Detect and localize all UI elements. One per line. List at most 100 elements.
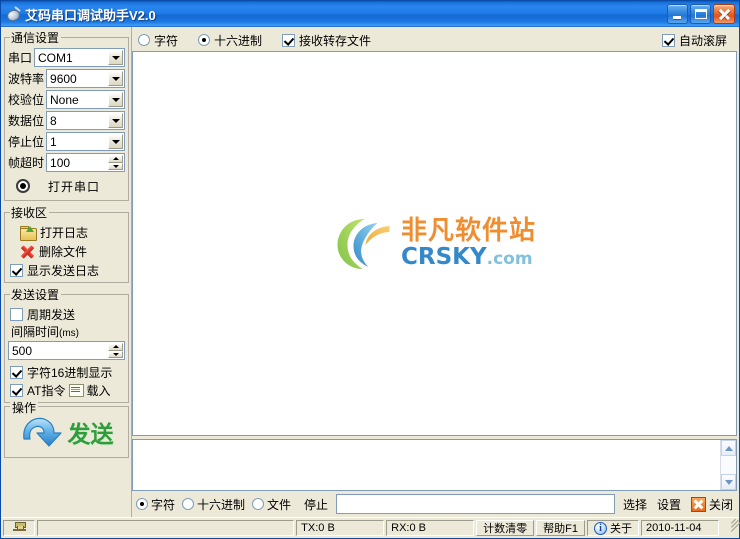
send-settings-group: 发送设置 周期发送 间隔时间(ms) 500 字符16进制显示 AT指令 载入 — [4, 286, 129, 403]
chevron-down-icon[interactable] — [108, 92, 123, 107]
spinner-buttons[interactable] — [108, 343, 123, 358]
baud-rate-combo[interactable]: 9600 — [46, 69, 125, 88]
delete-file-button[interactable]: 删除文件 — [8, 242, 125, 261]
parity-value: None — [50, 92, 79, 107]
checkbox-icon[interactable] — [282, 33, 296, 47]
radio-icon[interactable] — [136, 498, 148, 510]
data-bits-value: 8 — [50, 113, 57, 128]
maximize-button[interactable] — [690, 4, 711, 24]
close-x-icon[interactable] — [690, 496, 706, 512]
spinner-up-icon[interactable] — [108, 343, 123, 351]
load-label[interactable]: 载入 — [86, 382, 110, 399]
reset-count-button[interactable]: 计数清零 — [476, 520, 535, 536]
data-bits-label: 数据位 — [8, 114, 45, 128]
chevron-down-icon[interactable] — [108, 50, 123, 65]
send-char-label: 字符 — [151, 497, 176, 512]
open-port-toggle[interactable]: 打开串口 — [8, 175, 125, 197]
radio-icon[interactable] — [182, 498, 195, 510]
receive-hex-label: 十六进制 — [214, 33, 263, 48]
checkbox-icon[interactable] — [10, 307, 23, 321]
spinner-buttons[interactable] — [108, 155, 123, 170]
spinner-down-icon[interactable] — [108, 162, 123, 170]
checkbox-icon[interactable] — [661, 33, 675, 47]
radio-icon[interactable] — [198, 34, 211, 46]
checkbox-icon[interactable] — [10, 365, 23, 379]
receive-char-radio[interactable]: 字符 — [138, 32, 178, 49]
status-message — [37, 520, 295, 536]
send-file-radio[interactable]: 文件 — [252, 496, 291, 513]
close-send-button[interactable]: 关闭 — [690, 496, 733, 513]
title-bar: 艾码串口调试助手V2.0 — [1, 1, 739, 27]
send-text-content[interactable] — [133, 440, 720, 490]
serial-port-combo[interactable]: COM1 — [34, 48, 125, 67]
at-list-icon[interactable] — [68, 384, 85, 397]
at-command-row[interactable]: AT指令 载入 — [8, 381, 125, 399]
hex-display-label: 字符16进制显示 — [27, 365, 113, 380]
status-date: 2010-11-04 — [641, 520, 719, 536]
stop-label[interactable]: 停止 — [304, 496, 328, 513]
send-area-scrollbar[interactable] — [720, 440, 736, 490]
send-char-radio[interactable]: 字符 — [136, 496, 175, 513]
comm-settings-group: 通信设置 串口 COM1 波特率 9600 校验位 None 数据位 8 停止位… — [4, 29, 129, 201]
cyclic-send-checkbox[interactable]: 周期发送 — [8, 305, 125, 323]
checkbox-icon[interactable] — [10, 383, 23, 397]
receive-hex-radio[interactable]: 十六进制 — [198, 32, 262, 49]
auto-scroll-checkbox[interactable]: 自动滚屏 — [661, 32, 727, 49]
close-button[interactable] — [713, 4, 735, 24]
status-pin-cell[interactable] — [3, 520, 35, 536]
scroll-track[interactable] — [721, 456, 736, 474]
window-controls — [667, 4, 737, 24]
frame-timeout-label: 帧超时 — [8, 156, 45, 170]
parity-combo[interactable]: None — [46, 90, 125, 109]
field-serial-port: 串口 COM1 — [8, 48, 125, 67]
status-rx-counter: RX:0 B — [386, 520, 475, 536]
baud-rate-label: 波特率 — [8, 72, 45, 86]
stop-bits-combo[interactable]: 1 — [46, 132, 125, 151]
scroll-down-button[interactable] — [721, 474, 736, 490]
maximize-icon — [695, 9, 707, 19]
receive-text-area[interactable]: 非凡软件站 CRSKY.com — [132, 51, 737, 436]
show-send-log-checkbox[interactable]: 显示发送日志 — [8, 261, 125, 279]
serial-port-value: COM1 — [38, 50, 73, 65]
send-button[interactable]: 发送 — [5, 407, 128, 457]
frame-timeout-spinner[interactable]: 100 — [46, 153, 125, 172]
resize-grip-icon[interactable] — [721, 518, 740, 536]
radio-icon[interactable] — [252, 498, 265, 510]
delete-x-icon — [20, 244, 35, 259]
pin-icon — [12, 521, 26, 535]
show-send-log-label: 显示发送日志 — [27, 263, 100, 278]
help-button[interactable]: 帮助F1 — [536, 520, 585, 536]
open-port-radio-icon[interactable] — [16, 179, 30, 193]
select-button[interactable]: 选择 — [623, 496, 647, 513]
field-data-bits: 数据位 8 — [8, 111, 125, 130]
interval-time-input[interactable]: 500 — [8, 341, 125, 360]
open-log-label: 打开日志 — [40, 226, 89, 240]
chevron-down-icon[interactable] — [108, 113, 123, 128]
save-to-file-checkbox[interactable]: 接收转存文件 — [282, 32, 371, 49]
interval-time-unit: (ms) — [59, 328, 80, 339]
parity-label: 校验位 — [8, 93, 45, 107]
interval-time-value: 500 — [12, 343, 33, 358]
send-hex-radio[interactable]: 十六进制 — [182, 496, 245, 513]
radio-icon[interactable] — [138, 34, 150, 46]
send-format-toolbar: 字符 十六进制 文件 停止 选择 设置 关闭 — [132, 491, 737, 517]
about-button[interactable]: i 关于 — [587, 520, 639, 536]
status-bar: TX:0 B RX:0 B 计数清零 帮助F1 i 关于 2010-11-04 — [1, 517, 740, 538]
file-path-input[interactable] — [336, 494, 615, 514]
send-text-area[interactable] — [132, 439, 737, 491]
spinner-down-icon[interactable] — [108, 350, 123, 358]
settings-button[interactable]: 设置 — [657, 496, 681, 513]
checkbox-icon[interactable] — [10, 263, 23, 277]
close-send-label: 关闭 — [708, 497, 733, 512]
open-log-button[interactable]: 打开日志 — [8, 223, 125, 242]
info-icon: i — [594, 521, 607, 535]
send-file-label: 文件 — [267, 497, 292, 512]
chevron-down-icon[interactable] — [108, 134, 123, 149]
chevron-down-icon[interactable] — [108, 71, 123, 86]
spinner-up-icon[interactable] — [108, 155, 123, 163]
data-bits-combo[interactable]: 8 — [46, 111, 125, 130]
folder-open-icon — [20, 225, 37, 241]
hex-display-checkbox[interactable]: 字符16进制显示 — [8, 363, 125, 381]
scroll-up-button[interactable] — [721, 440, 736, 456]
minimize-button[interactable] — [667, 4, 688, 24]
